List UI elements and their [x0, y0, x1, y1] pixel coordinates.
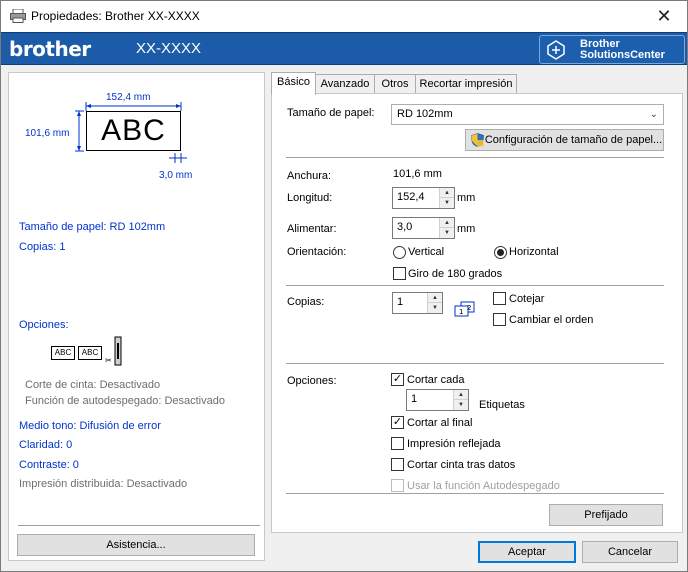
section-divider-2 — [286, 285, 664, 286]
length-label: Longitud: — [287, 192, 333, 204]
copies-up-arrow[interactable]: ▲ — [428, 293, 442, 303]
cut-every-label[interactable]: Cortar cada — [407, 374, 464, 386]
width-label: Anchura: — [287, 170, 332, 182]
orientation-vertical-radio[interactable] — [393, 246, 406, 259]
cut-every-down-arrow[interactable]: ▼ — [454, 400, 468, 410]
svg-text:1: 1 — [459, 308, 463, 316]
auto-peel-label: Usar la función Autodespegado — [407, 480, 560, 492]
length-unit: mm — [457, 192, 476, 204]
summary-auto-peel: Función de autodespegado: Desactivado — [25, 395, 225, 407]
cut-every-value: 1 — [411, 393, 418, 405]
tab-advanced[interactable]: Avanzado — [315, 74, 375, 94]
section-divider-3 — [286, 363, 664, 364]
svg-text:✂: ✂ — [105, 356, 112, 365]
collate-pages-icon: 1 2 — [454, 301, 475, 317]
preview-height-dimension: 101,6 mm — [25, 128, 70, 139]
basic-tab-page: Tamaño de papel: RD 102mm ⌄ Configuració… — [271, 93, 683, 533]
accept-button[interactable]: Aceptar — [478, 541, 576, 563]
labels-unit: Etiquetas — [479, 399, 525, 411]
solutions-center-button[interactable]: Brother SolutionsCenter — [539, 35, 685, 64]
orientation-horizontal-radio[interactable] — [494, 246, 507, 259]
feed-down-arrow[interactable]: ▼ — [440, 228, 454, 238]
chevron-down-icon: ⌄ — [649, 109, 658, 120]
rotate-180-checkbox[interactable] — [393, 267, 406, 280]
summary-divider — [18, 525, 260, 526]
copies-label: Copias: — [287, 296, 325, 308]
paper-size-config-button[interactable]: Configuración de tamaño de papel... — [465, 129, 664, 151]
paper-size-label: Tamaño de papel: — [287, 107, 375, 119]
summary-paper-size: Tamaño de papel: RD 102mm — [19, 221, 166, 233]
title-bar: Propiedades: Brother XX-XXXX ✕ — [1, 1, 687, 32]
reverse-order-checkbox[interactable] — [493, 313, 506, 326]
preview-margin-dimension: 3,0 mm — [159, 170, 193, 181]
options-label-1: ABC — [51, 346, 75, 360]
help-button[interactable]: Asistencia... — [17, 534, 255, 556]
collate-checkbox[interactable] — [493, 292, 506, 305]
copies-value: 1 — [397, 296, 404, 308]
length-down-arrow[interactable]: ▼ — [440, 198, 454, 208]
summary-contrast: Contraste: 0 — [19, 459, 79, 471]
model-name: XX-XXXX — [136, 40, 202, 57]
length-spinbox[interactable]: 152,4 ▲ ▼ — [392, 187, 455, 209]
reverse-order-label[interactable]: Cambiar el orden — [509, 314, 593, 326]
cut-at-end-label[interactable]: Cortar al final — [407, 417, 472, 429]
mirror-print-checkbox[interactable] — [391, 437, 404, 450]
feed-up-arrow[interactable]: ▲ — [440, 218, 454, 228]
feed-unit: mm — [457, 223, 476, 235]
collate-label[interactable]: Cotejar — [509, 293, 544, 305]
summary-copies: Copias: 1 — [19, 241, 66, 253]
brother-logo: brother — [9, 37, 91, 61]
orientation-horizontal-label[interactable]: Horizontal — [509, 246, 559, 258]
brand-banner: brother XX-XXXX Brother SolutionsCenter — [1, 32, 687, 65]
cut-every-checkbox[interactable]: ✓ — [391, 373, 404, 386]
copies-spinbox[interactable]: 1 ▲ ▼ — [392, 292, 443, 314]
width-value: 101,6 mm — [393, 168, 442, 180]
default-button[interactable]: Prefijado — [549, 504, 663, 526]
length-value: 152,4 — [397, 191, 425, 203]
section-divider-1 — [286, 157, 664, 158]
tab-trim-print[interactable]: Recortar impresión — [415, 74, 517, 94]
paper-size-config-label: Configuración de tamaño de papel... — [484, 134, 663, 146]
summary-distributed: Impresión distribuida: Desactivado — [19, 478, 188, 490]
svg-text:2: 2 — [467, 304, 471, 312]
printer-icon — [10, 9, 26, 23]
label-preview: ABC — [86, 111, 181, 151]
cut-at-end-checkbox[interactable]: ✓ — [391, 416, 404, 429]
tab-others[interactable]: Otros — [374, 74, 416, 94]
paper-size-dropdown[interactable]: RD 102mm ⌄ — [391, 104, 664, 125]
copies-down-arrow[interactable]: ▼ — [428, 303, 442, 313]
feed-label: Alimentar: — [287, 223, 337, 235]
cutter-icon: ✂ — [105, 336, 122, 366]
summary-brightness: Claridad: 0 — [19, 439, 73, 451]
solutions-center-icon — [547, 40, 565, 60]
cancel-button[interactable]: Cancelar — [582, 541, 678, 563]
section-divider-4 — [286, 493, 664, 494]
feed-value: 3,0 — [397, 221, 413, 233]
uac-shield-icon — [471, 133, 484, 147]
settings-summary-panel: 152,4 mm 101,6 mm ABC 3,0 mm Tamaño de p… — [8, 72, 265, 561]
printer-properties-window: Propiedades: Brother XX-XXXX ✕ brother X… — [0, 0, 688, 572]
solutions-center-line2: SolutionsCenter — [580, 49, 665, 61]
window-title: Propiedades: Brother XX-XXXX — [31, 9, 200, 23]
cut-every-spinbox[interactable]: 1 ▲ ▼ — [406, 389, 469, 411]
auto-peel-checkbox[interactable] — [391, 479, 404, 492]
rotate-180-label[interactable]: Giro de 180 grados — [408, 268, 502, 280]
feed-spinbox[interactable]: 3,0 ▲ ▼ — [392, 217, 455, 239]
mirror-print-label[interactable]: Impresión reflejada — [407, 438, 501, 450]
summary-cut-tape: Corte de cinta: Desactivado — [25, 379, 161, 391]
close-button[interactable]: ✕ — [641, 1, 687, 32]
cut-every-up-arrow[interactable]: ▲ — [454, 390, 468, 400]
options-label: Opciones: — [287, 375, 337, 387]
summary-halftone: Medio tono: Difusión de error — [19, 420, 161, 432]
orientation-vertical-label[interactable]: Vertical — [408, 246, 444, 258]
summary-options-title: Opciones: — [19, 319, 69, 331]
cut-tape-after-checkbox[interactable] — [391, 458, 404, 471]
length-up-arrow[interactable]: ▲ — [440, 188, 454, 198]
cut-tape-after-label[interactable]: Cortar cinta tras datos — [407, 459, 515, 471]
orientation-label: Orientación: — [287, 246, 347, 258]
options-label-2: ABC — [78, 346, 102, 360]
paper-size-value: RD 102mm — [397, 108, 453, 120]
tab-basic[interactable]: Básico — [271, 72, 316, 95]
